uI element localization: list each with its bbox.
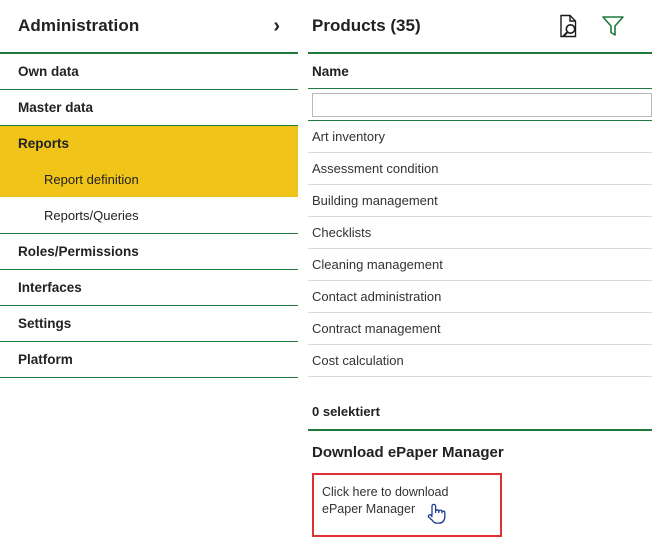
sidebar-item-report-definition[interactable]: Report definition <box>0 162 298 198</box>
list-item-label: Checklists <box>312 225 372 240</box>
selection-status: 0 selektiert <box>308 393 652 431</box>
sidebar-item-own-data[interactable]: Own data <box>0 54 298 90</box>
header-icon-group <box>556 13 640 39</box>
list-item-label: Building management <box>312 193 438 208</box>
download-epaper-box[interactable]: Click here to download ePaper Manager <box>312 473 502 537</box>
list-item[interactable]: Checklists <box>308 217 652 249</box>
sidebar-item-reports-queries[interactable]: Reports/Queries <box>0 198 298 234</box>
list-item-label: Contract management <box>312 321 441 336</box>
sidebar-item-interfaces[interactable]: Interfaces <box>0 270 298 306</box>
chevron-right-icon[interactable]: › <box>273 16 284 36</box>
page-title: Products (35) <box>312 16 421 35</box>
sidebar-item-label: Roles/Permissions <box>18 244 139 259</box>
sidebar-item-label: Master data <box>18 100 94 115</box>
list-item[interactable]: Cleaning management <box>308 249 652 281</box>
app-window: Administration › Own data Master data Re… <box>0 0 652 556</box>
sidebar-item-label: Reports/Queries <box>44 208 139 223</box>
sidebar-item-platform[interactable]: Platform <box>0 342 298 378</box>
filter-row <box>308 89 652 121</box>
document-search-icon[interactable] <box>556 13 582 39</box>
products-panel: Products (35) Name Art inventory Assessm… <box>298 0 652 556</box>
sidebar-item-label: Settings <box>18 316 72 331</box>
list-item-label: Art inventory <box>312 129 385 144</box>
sidebar-item-label: Reports <box>18 136 70 151</box>
sidebar-item-label: Interfaces <box>18 280 82 295</box>
sidebar: Administration › Own data Master data Re… <box>0 0 298 556</box>
sidebar-item-label: Platform <box>18 352 73 367</box>
download-section-title: Download ePaper Manager <box>308 431 652 473</box>
sidebar-item-master-data[interactable]: Master data <box>0 90 298 126</box>
selection-status-label: 0 selektiert <box>312 403 380 419</box>
sidebar-item-reports[interactable]: Reports <box>0 126 298 162</box>
sidebar-header: Administration › <box>0 0 298 54</box>
filter-funnel-icon[interactable] <box>600 13 626 39</box>
download-section-label: Download ePaper Manager <box>312 443 504 461</box>
sidebar-item-label: Report definition <box>44 172 139 187</box>
list-item[interactable]: Cost calculation <box>308 345 652 377</box>
list-item[interactable]: Contract management <box>308 313 652 345</box>
sidebar-item-settings[interactable]: Settings <box>0 306 298 342</box>
products-header: Products (35) <box>308 0 652 54</box>
sidebar-title: Administration <box>18 16 140 35</box>
sidebar-item-label: Own data <box>18 64 79 79</box>
list-item-label: Assessment condition <box>312 161 439 176</box>
column-header-label: Name <box>312 63 349 79</box>
list-item[interactable]: Contact administration <box>308 281 652 313</box>
name-filter-input[interactable] <box>312 92 652 117</box>
column-header-name: Name <box>308 54 652 89</box>
list-item[interactable]: Assessment condition <box>308 153 652 185</box>
list-item[interactable]: Art inventory <box>308 121 652 153</box>
list-item-label: Contact administration <box>312 289 442 304</box>
list-item-label: Cost calculation <box>312 353 404 368</box>
list-item-label: Cleaning management <box>312 257 443 272</box>
download-epaper-link[interactable]: Click here to download ePaper Manager <box>322 484 490 518</box>
list-item[interactable]: Building management <box>308 185 652 217</box>
sidebar-item-roles-permissions[interactable]: Roles/Permissions <box>0 234 298 270</box>
